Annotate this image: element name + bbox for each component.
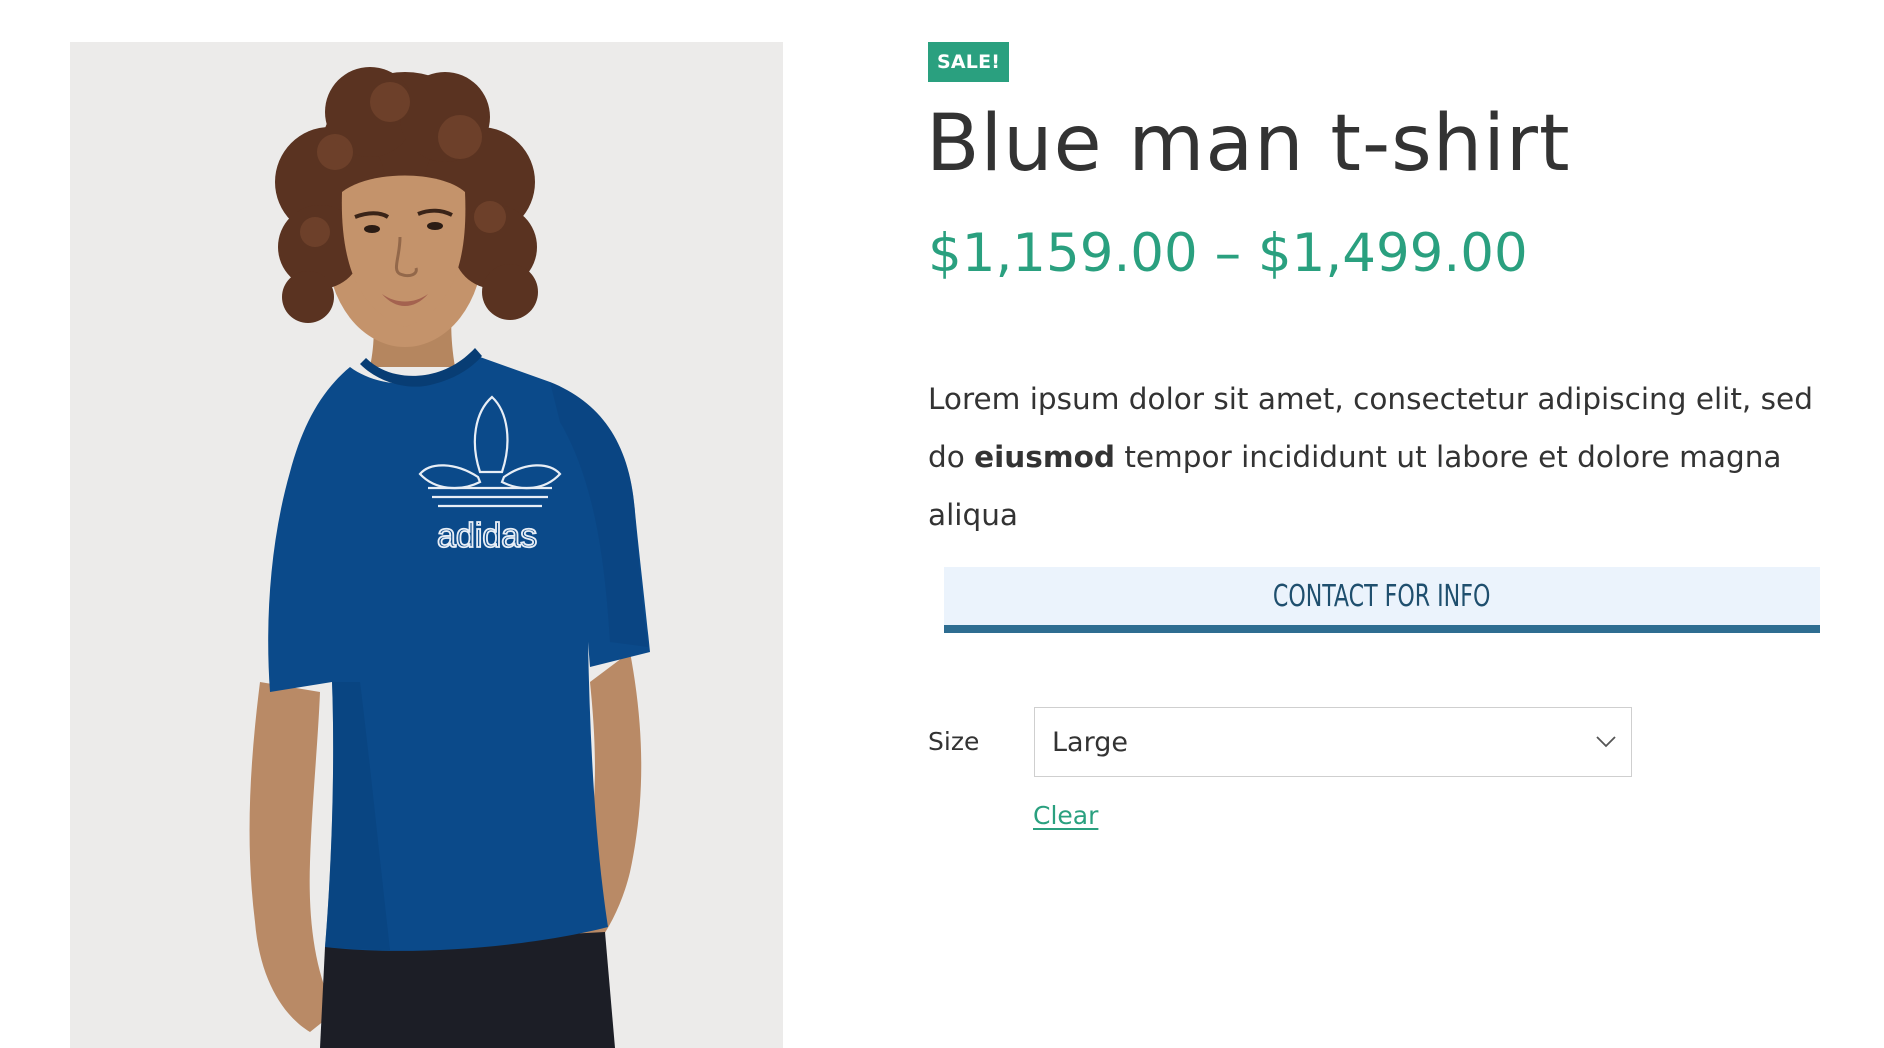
price-range: $1,159.00 – $1,499.00 bbox=[928, 223, 1528, 284]
size-select[interactable]: Large bbox=[1034, 707, 1632, 777]
product-image[interactable]: adidas bbox=[70, 42, 783, 1048]
shirt-logo-text: adidas bbox=[437, 517, 537, 555]
product-summary: SALE! Blue man t-shirt $1,159.00 – $1,49… bbox=[926, 42, 1828, 532]
size-select-value: Large bbox=[1052, 726, 1128, 758]
contact-button-label: CONTACT FOR INFO bbox=[1273, 578, 1491, 614]
size-variation-row: Size Large bbox=[928, 707, 1632, 779]
size-label: Size bbox=[928, 727, 980, 756]
clear-selection-link[interactable]: Clear bbox=[1033, 801, 1098, 830]
sale-badge: SALE! bbox=[928, 42, 1010, 82]
product-description: Lorem ipsum dolor sit amet, consectetur … bbox=[928, 370, 1828, 544]
description-bold-word: eiusmod bbox=[974, 440, 1115, 474]
chevron-down-icon bbox=[1596, 736, 1616, 748]
product-title: Blue man t-shirt bbox=[926, 99, 1571, 189]
product-photo: adidas bbox=[70, 42, 783, 1048]
contact-for-info-button[interactable]: CONTACT FOR INFO bbox=[944, 567, 1820, 633]
